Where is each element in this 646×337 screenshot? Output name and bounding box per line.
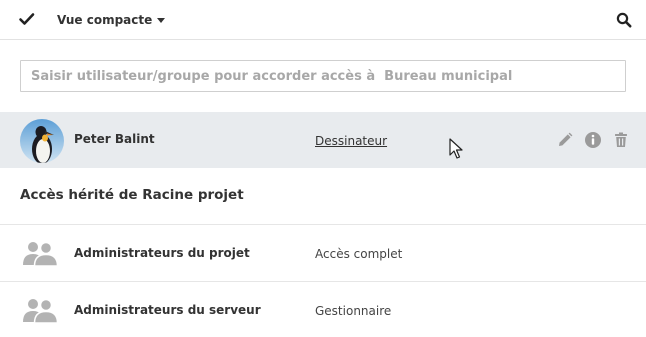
access-user-name: Peter Balint — [74, 132, 155, 146]
access-role-link[interactable]: Dessinateur — [315, 134, 387, 148]
pencil-icon[interactable] — [556, 131, 574, 149]
inherited-row-project-admins: Administrateurs du projet Accès complet — [0, 225, 646, 281]
trash-icon[interactable] — [612, 131, 630, 149]
inherited-access-title: Accès hérité de Racine projet — [20, 187, 244, 203]
search-icon[interactable] — [615, 11, 633, 29]
toolbar: Vue compacte — [0, 0, 646, 40]
inherited-row-role: Accès complet — [315, 247, 403, 261]
group-icon — [22, 297, 59, 324]
checkmark-icon[interactable] — [18, 10, 36, 28]
view-mode-label: Vue compacte — [57, 13, 153, 27]
inherited-row-name: Administrateurs du serveur — [74, 303, 261, 317]
avatar — [20, 119, 64, 163]
inherited-row-name: Administrateurs du projet — [74, 246, 250, 260]
share-user-group-input[interactable] — [20, 60, 626, 92]
info-icon[interactable] — [584, 131, 602, 149]
view-mode-dropdown[interactable]: Vue compacte — [57, 11, 166, 29]
chevron-down-icon — [157, 18, 166, 23]
inherited-row-server-admins: Administrateurs du serveur Gestionnaire — [0, 282, 646, 337]
access-row-user[interactable]: Peter Balint Dessinateur — [0, 112, 646, 168]
inherited-row-role: Gestionnaire — [315, 304, 392, 318]
group-icon — [22, 240, 59, 267]
